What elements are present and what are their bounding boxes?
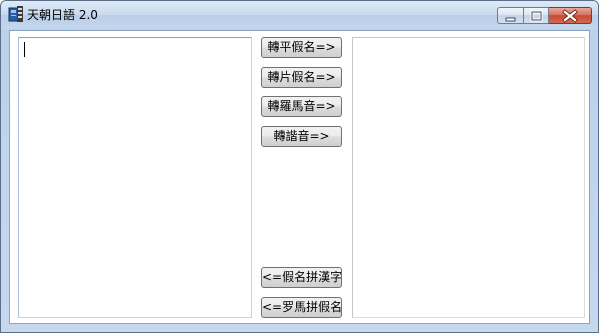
minimize-icon — [505, 17, 516, 22]
kana-to-kanji-button[interactable]: <=假名拼漢字 — [261, 267, 342, 288]
to-romaji-button[interactable]: 轉羅馬音=> — [261, 96, 342, 117]
text-caret — [24, 42, 25, 57]
to-homophone-button[interactable]: 轉諧音=> — [261, 126, 342, 147]
app-icon[interactable] — [8, 6, 24, 23]
output-textbox[interactable] — [352, 37, 585, 318]
maximize-button[interactable] — [523, 7, 549, 24]
title-bar[interactable]: 天朝日語 2.0 — [1, 1, 598, 29]
to-hiragana-button[interactable]: 轉平假名=> — [261, 37, 342, 58]
app-window: 天朝日語 2.0 轉平假名=> 轉片假名=> 轉羅馬音=> 轉諧音=> <=假名… — [0, 0, 599, 333]
maximize-icon — [530, 10, 543, 22]
close-button[interactable] — [549, 7, 592, 24]
caption-buttons — [497, 7, 592, 25]
input-textbox[interactable] — [18, 37, 252, 318]
to-katakana-button[interactable]: 轉片假名=> — [261, 67, 342, 88]
romaji-to-kana-button[interactable]: <=罗馬拼假名 — [261, 297, 342, 318]
minimize-button[interactable] — [497, 7, 523, 24]
close-icon — [562, 9, 578, 23]
client-area: 轉平假名=> 轉片假名=> 轉羅馬音=> 轉諧音=> <=假名拼漢字 <=罗馬拼… — [9, 30, 590, 324]
window-title: 天朝日語 2.0 — [27, 8, 98, 22]
